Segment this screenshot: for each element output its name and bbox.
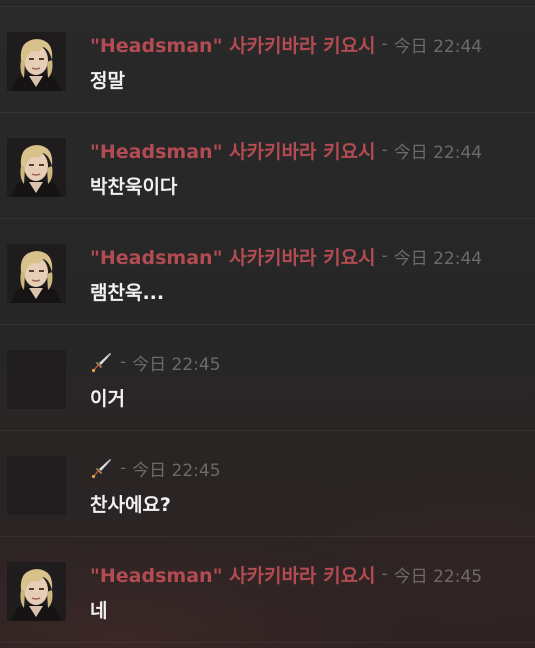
avatar[interactable] [7, 138, 66, 197]
message-text: 정말 [90, 70, 125, 92]
chat-message[interactable]: "Headsman" 사카키바라 키요시 - 今日 22:44 정말 [0, 6, 535, 112]
message-header: - 今日 22:45 [90, 349, 221, 375]
message-text: 네 [90, 600, 108, 622]
message-text: 램찬욱... [90, 282, 165, 304]
separator: - [120, 458, 127, 478]
divider [0, 642, 535, 643]
message-text: 이거 [90, 388, 125, 410]
timestamp: 今日 22:44 [393, 142, 483, 163]
chat-message[interactable]: "Headsman" 사카키바라 키요시 - 今日 22:45 네 [0, 536, 535, 642]
chat-log: "Headsman" 사카키바라 키요시 - 今日 22:44 정말 "Head… [0, 0, 535, 648]
message-header: "Headsman" 사카키바라 키요시 - 今日 22:44 [90, 31, 482, 57]
chat-message[interactable]: "Headsman" 사카키바라 키요시 - 今日 22:44 박찬욱이다 [0, 112, 535, 218]
chat-message[interactable]: "Headsman" 사카키바라 키요시 - 今日 22:44 램찬욱... [0, 218, 535, 324]
dagger-icon[interactable] [90, 350, 114, 374]
username[interactable]: "Headsman" 사카키바라 키요시 [90, 137, 376, 164]
separator: - [381, 564, 388, 584]
timestamp: 今日 22:45 [393, 566, 483, 587]
dagger-icon[interactable] [90, 456, 114, 480]
separator: - [381, 34, 388, 54]
message-header: "Headsman" 사카키바라 키요시 - 今日 22:44 [90, 243, 482, 269]
avatar[interactable] [7, 244, 66, 303]
message-text: 박찬욱이다 [90, 176, 178, 198]
chat-message[interactable]: - 今日 22:45 이거 [0, 324, 535, 430]
timestamp: 今日 22:45 [132, 460, 221, 481]
avatar[interactable] [7, 456, 66, 515]
avatar[interactable] [7, 32, 66, 91]
separator: - [120, 352, 127, 372]
username[interactable]: "Headsman" 사카키바라 키요시 [90, 31, 376, 58]
chat-message[interactable]: - 今日 22:45 찬사에요? [0, 430, 535, 536]
timestamp: 今日 22:45 [132, 354, 221, 375]
username[interactable]: "Headsman" 사카키바라 키요시 [90, 243, 376, 270]
timestamp: 今日 22:44 [393, 248, 483, 269]
message-header: "Headsman" 사카키바라 키요시 - 今日 22:45 [90, 561, 482, 587]
avatar[interactable] [7, 350, 66, 409]
avatar[interactable] [7, 562, 66, 621]
separator: - [381, 140, 388, 160]
message-header: "Headsman" 사카키바라 키요시 - 今日 22:44 [90, 137, 482, 163]
separator: - [381, 246, 388, 266]
message-text: 찬사에요? [90, 494, 171, 516]
message-header: - 今日 22:45 [90, 455, 221, 481]
timestamp: 今日 22:44 [393, 36, 483, 57]
username[interactable]: "Headsman" 사카키바라 키요시 [90, 561, 376, 588]
